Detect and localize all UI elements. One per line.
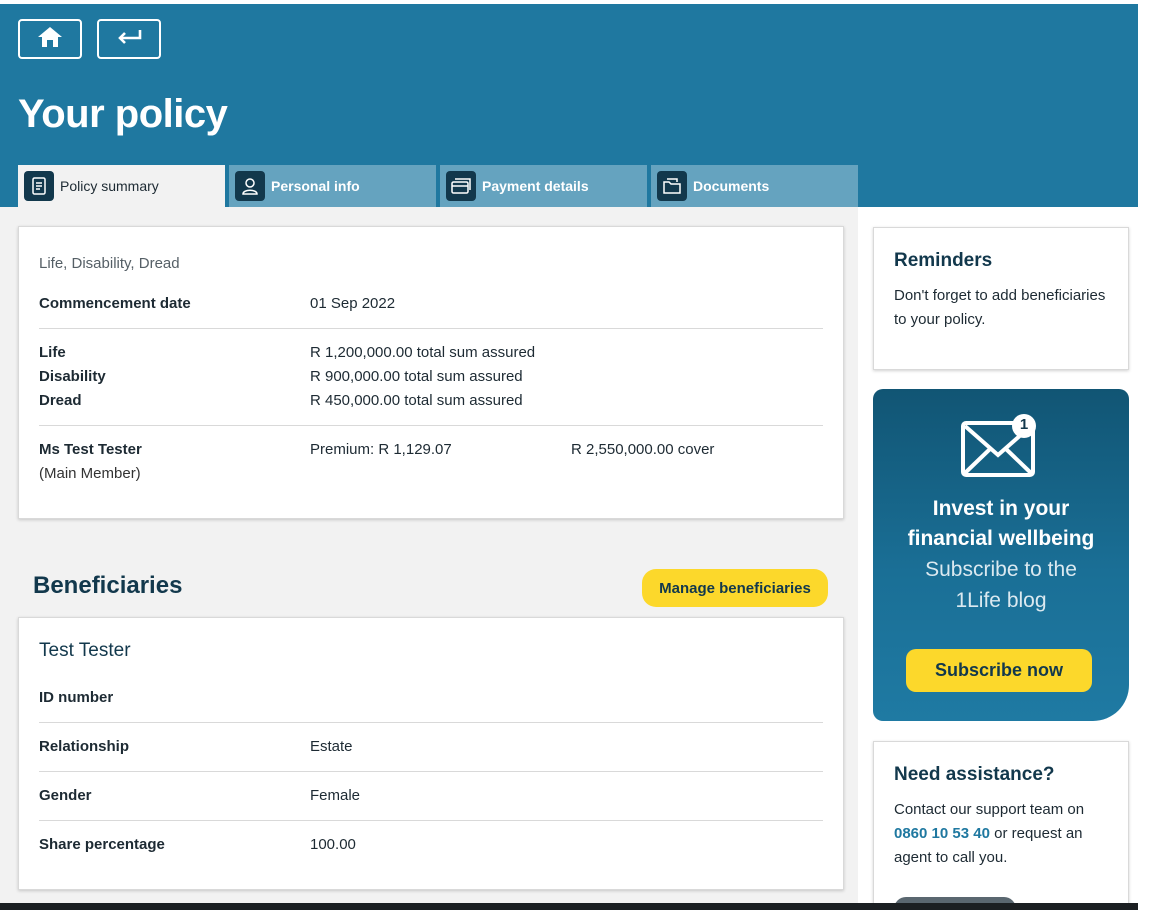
tab-personal-info[interactable]: Personal info [229,165,436,207]
bottom-bar [0,903,1138,910]
member-name: Ms Test Tester [39,441,142,458]
relationship-label: Relationship [39,738,130,755]
assistance-title: Need assistance? [894,764,1055,785]
assistance-text: Contact our support team on 0860 10 53 4… [894,798,1116,870]
cover-dread-label: Dread [39,392,82,409]
tab-label: Personal info [271,178,360,194]
tab-documents[interactable]: Documents [651,165,858,207]
beneficiary-name: Test Tester [39,640,131,661]
promo-headline-2: financial wellbeing [907,527,1095,550]
product-name: Life, Disability, Dread [39,255,180,272]
home-icon [36,25,64,54]
back-arrow-icon [114,27,144,52]
commencement-value: 01 Sep 2022 [310,295,396,312]
assistance-text-before: Contact our support team on [894,801,1085,818]
relationship-value: Estate [310,738,353,755]
tab-policy-summary[interactable]: Policy summary [18,165,225,207]
divider [39,722,823,723]
reminders-title: Reminders [894,250,993,271]
member-role: (Main Member) [39,465,141,482]
page-title: Your policy [18,92,228,136]
cover-dread-value: R 450,000.00 total sum assured [310,392,523,409]
gender-label: Gender [39,787,92,804]
cover-life-label: Life [39,344,66,361]
tab-payment-details[interactable]: Payment details [440,165,647,207]
document-list-icon [24,171,54,201]
credit-card-icon [446,171,476,201]
page-header: Your policy Policy summary Personal info… [0,4,1138,207]
tab-label: Policy summary [60,178,159,194]
notification-badge: 1 [1019,416,1029,433]
home-button[interactable] [18,19,82,59]
share-percentage-value: 100.00 [310,836,356,853]
manage-beneficiaries-button[interactable]: Manage beneficiaries [642,569,828,607]
commencement-label: Commencement date [39,295,191,312]
promo-subline-1: Subscribe to the [925,558,1077,581]
support-phone-link[interactable]: 0860 10 53 40 [894,825,990,842]
premium-value: Premium: R 1,129.07 [310,441,452,458]
divider [39,328,823,329]
beneficiaries-heading: Beneficiaries [33,572,183,599]
blog-promo-card: 1 Invest in your financial wellbeing Sub… [873,389,1129,721]
tab-label: Payment details [482,178,589,194]
policy-tabs: Policy summary Personal info Payment det… [18,165,862,207]
folder-icon [657,171,687,201]
share-percentage-label: Share percentage [39,836,165,853]
promo-subline-2: 1Life blog [955,589,1047,612]
beneficiary-card: Test Tester ID number Relationship Estat… [18,617,844,890]
reminders-text: Don't forget to add beneficiaries to you… [894,287,1106,328]
cover-life-value: R 1,200,000.00 total sum assured [310,344,536,361]
gender-value: Female [310,787,361,804]
back-button[interactable] [97,19,161,59]
subscribe-now-button[interactable]: Subscribe now [906,649,1092,692]
divider [39,771,823,772]
promo-headline-1: Invest in your [932,497,1070,520]
divider [39,425,823,426]
reminders-card: Reminders Don't forget to add beneficiar… [873,227,1129,370]
id-number-label: ID number [39,689,114,706]
tab-label: Documents [693,178,770,194]
assistance-card: Need assistance? Contact our support tea… [873,741,1129,910]
cover-disability-label: Disability [39,368,106,385]
cover-disability-value: R 900,000.00 total sum assured [310,368,523,385]
total-cover-value: R 2,550,000.00 cover [571,441,715,458]
policy-summary-card: Life, Disability, Dread Commencement dat… [18,226,844,519]
person-icon [235,171,265,201]
divider [39,820,823,821]
